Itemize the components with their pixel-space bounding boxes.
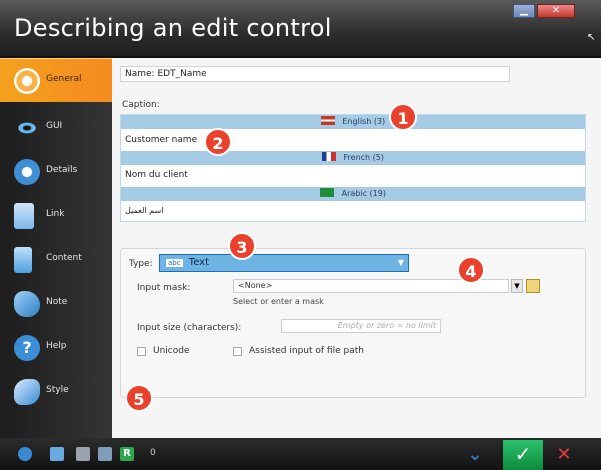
sidebar-item-label: Help xyxy=(46,341,67,351)
caption-translations: English (3) Customer name French (5) Nom… xyxy=(120,114,586,222)
sidebar-item-label: Content xyxy=(46,253,82,263)
name-label: Name: xyxy=(125,69,155,79)
name-field[interactable]: Name: EDT_Name xyxy=(120,66,510,82)
folder-icon[interactable] xyxy=(526,279,540,293)
unicode-label: Unicode xyxy=(153,346,190,356)
sidebar-item-content[interactable]: Content xyxy=(0,238,112,282)
ok-button[interactable]: ✓ xyxy=(503,440,543,470)
sidebar-item-link[interactable]: Link xyxy=(0,194,112,238)
title-bar: Describing an edit control ▁ ✕ ↖ xyxy=(0,0,601,58)
link-icon xyxy=(14,203,34,229)
sidebar-item-label: GUI xyxy=(46,121,63,131)
sidebar-item-label: General xyxy=(46,74,82,84)
fr-flag-icon xyxy=(321,152,336,161)
input-mask-dropdown-button[interactable]: ▼ xyxy=(511,279,523,293)
sidebar-item-label: Details xyxy=(46,165,78,175)
target-icon xyxy=(14,68,40,94)
language-name: Arabic (19) xyxy=(341,189,386,198)
callout-badge-2: 2 xyxy=(204,128,232,156)
eye-icon xyxy=(14,120,40,136)
caption-value-english[interactable]: Customer name xyxy=(125,135,197,145)
help-icon[interactable] xyxy=(18,447,32,461)
caption-value-french[interactable]: Nom du client xyxy=(125,170,188,180)
heart-icon xyxy=(14,159,40,185)
input-size-label: Input size (characters): xyxy=(137,323,242,333)
type-settings-group: Type: abc Text ▼ Input mask: <None> ▼ Se… xyxy=(120,248,586,398)
screen-icon[interactable] xyxy=(50,447,64,461)
window-frame: Describing an edit control ▁ ✕ ↖ General… xyxy=(0,0,601,470)
card-icon[interactable] xyxy=(98,447,112,461)
name-value: EDT_Name xyxy=(157,69,207,79)
style-icon xyxy=(14,379,40,405)
sidebar-item-help[interactable]: ? Help xyxy=(0,326,112,370)
sidebar-item-label: Style xyxy=(46,385,69,395)
abc-icon: abc xyxy=(166,259,183,267)
minimize-button[interactable]: ▁ xyxy=(513,4,535,18)
sidebar-item-label: Link xyxy=(46,209,65,219)
cursor-icon: ↖ xyxy=(587,32,596,43)
sidebar-item-note[interactable]: Note xyxy=(0,282,112,326)
assisted-input-label: Assisted input of file path xyxy=(249,346,364,356)
chevron-button[interactable]: ⌄ xyxy=(460,444,490,468)
sidebar: General GUI Details Link Content Note ? … xyxy=(0,58,112,438)
sa-flag-icon xyxy=(320,188,335,197)
type-label: Type: xyxy=(129,259,153,269)
language-header-arabic: Arabic (19) xyxy=(121,187,585,201)
input-mask-hint: Select or enter a mask xyxy=(233,297,324,306)
language-name: French (5) xyxy=(343,153,384,162)
chevron-down-icon: ▼ xyxy=(397,258,404,267)
language-header-french: French (5) xyxy=(121,151,585,165)
language-header-english: English (3) xyxy=(121,115,585,129)
input-size-field[interactable]: Empty or zero = no limit xyxy=(281,319,441,333)
callout-badge-5: 5 xyxy=(125,384,153,412)
note-icon xyxy=(14,291,40,317)
language-name: English (3) xyxy=(342,117,386,126)
sidebar-item-general[interactable]: General xyxy=(0,58,112,102)
main-content: Name: EDT_Name Caption: English (3) Cust… xyxy=(112,58,601,438)
callout-badge-1: 1 xyxy=(389,103,417,131)
mail-icon[interactable] xyxy=(76,447,90,461)
sidebar-item-gui[interactable]: GUI xyxy=(0,106,112,150)
content-icon xyxy=(14,247,32,273)
unicode-checkbox[interactable] xyxy=(137,347,146,356)
sidebar-item-details[interactable]: Details xyxy=(0,150,112,194)
type-select[interactable]: abc Text ▼ xyxy=(159,254,409,272)
caption-label: Caption: xyxy=(122,100,160,110)
window-title: Describing an edit control xyxy=(14,14,332,42)
help-icon: ? xyxy=(14,335,40,361)
uk-flag-icon xyxy=(320,116,335,125)
type-value: Text xyxy=(188,257,210,268)
sidebar-item-style[interactable]: Style xyxy=(0,370,112,414)
counter-value: 0 xyxy=(150,448,156,458)
caption-value-arabic[interactable]: اسم العميل xyxy=(125,206,163,215)
cancel-button[interactable]: ✕ xyxy=(549,444,579,468)
input-mask-label: Input mask: xyxy=(137,283,191,293)
callout-badge-3: 3 xyxy=(228,232,256,260)
assisted-input-checkbox[interactable] xyxy=(233,347,242,356)
r-icon[interactable]: R xyxy=(120,447,134,461)
close-window-button[interactable]: ✕ xyxy=(537,4,575,18)
callout-badge-4: 4 xyxy=(457,256,485,284)
sidebar-item-label: Note xyxy=(46,297,68,307)
